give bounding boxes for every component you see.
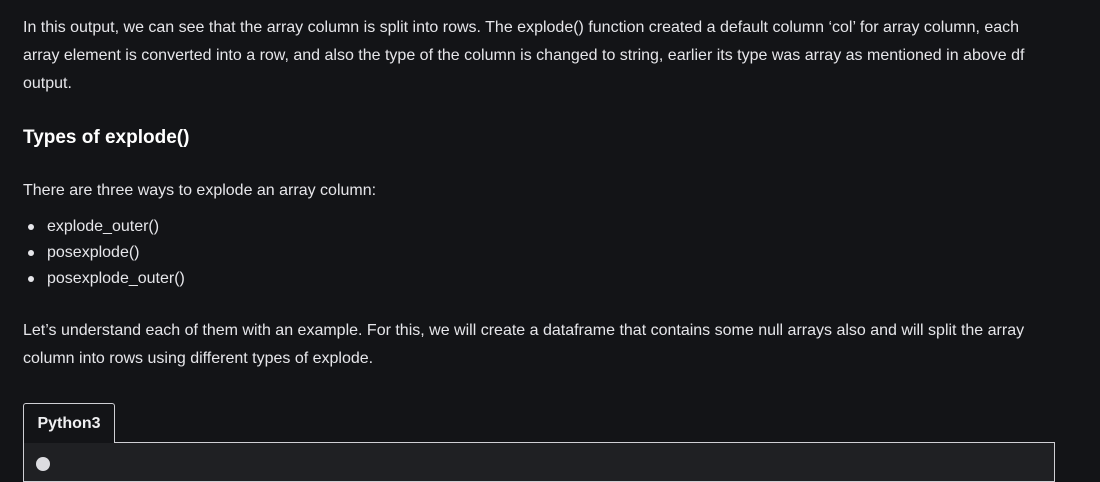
bullet-icon [28, 276, 34, 282]
intro-paragraph: In this output, we can see that the arra… [23, 19, 1025, 92]
list-item-label: explode_outer() [47, 218, 160, 235]
bullet-icon [28, 224, 34, 230]
list-item-label: posexplode() [47, 244, 140, 261]
example-paragraph: Let’s understand each of them with an ex… [23, 322, 1025, 367]
bullet-icon [28, 250, 34, 256]
code-block-panel [23, 442, 1055, 482]
list-item: posexplode_outer() [23, 266, 185, 292]
list-item: posexplode() [23, 240, 185, 266]
explode-types-list: explode_outer() posexplode() posexplode_… [23, 214, 185, 292]
list-item: explode_outer() [23, 214, 185, 240]
list-item-label: posexplode_outer() [47, 270, 185, 287]
copy-icon[interactable] [36, 457, 50, 471]
section-heading: Types of explode() [23, 127, 190, 148]
tab-python3[interactable]: Python3 [23, 403, 115, 443]
ways-intro-text: There are three ways to explode an array… [23, 182, 377, 199]
